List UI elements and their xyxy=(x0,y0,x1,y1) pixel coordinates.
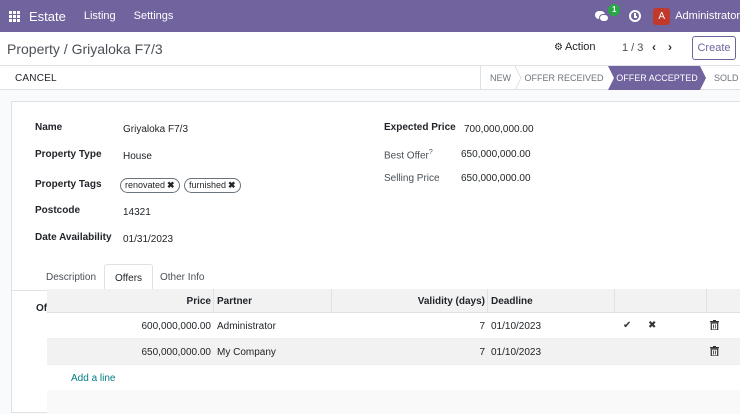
tab-other-info[interactable]: Other Info xyxy=(150,264,214,291)
remove-tag-icon[interactable]: ✖ xyxy=(167,180,175,190)
selling-price-field: 650,000,000.00 xyxy=(461,173,531,184)
stage-sold[interactable]: SOLD xyxy=(708,66,740,90)
activity-clock-icon[interactable] xyxy=(629,10,642,22)
name-label: Name xyxy=(35,122,63,133)
date-availability-label: Date Availability xyxy=(35,232,112,243)
notebook-tabs: Description Offers Other Info xyxy=(12,264,740,291)
top-navbar: Estate Listing Settings 1 A Administrato… xyxy=(0,0,740,32)
action-label: Action xyxy=(564,41,596,53)
stage-offer-received[interactable]: OFFER RECEIVED xyxy=(520,66,608,90)
delete-trash-icon[interactable] xyxy=(710,346,719,359)
column-header-validity[interactable]: Validity (days) xyxy=(418,296,485,307)
chevron-left-icon[interactable]: ‹ xyxy=(652,40,656,54)
best-offer-field: 650,000,000.00 xyxy=(461,149,531,160)
user-avatar[interactable]: A xyxy=(653,7,671,25)
date-availability-field[interactable]: 01/31/2023 xyxy=(123,234,173,245)
offer-validity: 7 xyxy=(479,321,485,332)
offer-partner: My Company xyxy=(217,347,276,358)
column-divider xyxy=(706,289,707,313)
delete-trash-icon[interactable] xyxy=(710,320,719,333)
table-empty-area xyxy=(47,390,740,414)
offers-table: Price Partner Validity (days) Deadline 6… xyxy=(47,289,740,391)
offer-price: 650,000,000.00 xyxy=(141,347,211,358)
tag-label: renovated xyxy=(125,180,166,190)
user-menu[interactable]: Administrator xyxy=(675,10,740,22)
pager-value[interactable]: 1 / 3 xyxy=(622,42,643,54)
offer-partner: Administrator xyxy=(217,321,276,332)
name-field[interactable]: Griyaloka F7/3 xyxy=(123,124,188,135)
remove-tag-icon[interactable]: ✖ xyxy=(228,180,236,190)
table-row[interactable]: 600,000,000.00 Administrator 7 01/10/202… xyxy=(47,313,740,339)
tag-label: furnished xyxy=(189,180,227,190)
form-sheet: Name Griyaloka F7/3 Property Type House … xyxy=(11,101,740,414)
postcode-label: Postcode xyxy=(35,205,81,216)
offer-deadline: 01/10/2023 xyxy=(491,321,542,332)
expected-price-label: Expected Price xyxy=(384,122,456,133)
control-panel: Property / Griyaloka F7/3 ⚙ Action 1 / 3… xyxy=(0,32,740,66)
stage-offer-accepted[interactable]: OFFER ACCEPTED xyxy=(608,66,706,90)
postcode-field[interactable]: 14321 xyxy=(123,207,151,218)
gear-icon: ⚙ xyxy=(554,41,563,53)
column-divider xyxy=(213,289,214,313)
apps-grid-icon[interactable] xyxy=(9,10,20,22)
property-type-field[interactable]: House xyxy=(123,151,152,162)
message-count-badge: 1 xyxy=(608,3,621,16)
column-divider xyxy=(614,289,615,313)
offer-validity: 7 xyxy=(479,347,485,358)
property-tags-label: Property Tags xyxy=(35,179,102,190)
menu-listing[interactable]: Listing xyxy=(84,10,116,22)
messages-icon[interactable]: 1 xyxy=(595,3,621,22)
create-button[interactable]: Create xyxy=(692,36,736,60)
column-divider xyxy=(487,289,488,313)
tab-offers[interactable]: Offers xyxy=(104,264,154,291)
tag-furnished[interactable]: furnished ✖ xyxy=(184,178,241,193)
offers-section-label: Of xyxy=(36,303,48,314)
tag-renovated[interactable]: renovated ✖ xyxy=(120,178,180,193)
chevron-right-icon[interactable]: › xyxy=(668,40,672,54)
property-type-label: Property Type xyxy=(35,149,102,160)
help-icon[interactable]: ? xyxy=(429,149,433,156)
table-header: Price Partner Validity (days) Deadline xyxy=(47,289,740,313)
add-line-row: Add a line xyxy=(47,365,740,391)
table-row[interactable]: 650,000,000.00 My Company 7 01/10/2023 xyxy=(47,339,740,365)
menu-settings[interactable]: Settings xyxy=(134,10,174,22)
column-header-deadline[interactable]: Deadline xyxy=(491,296,533,307)
cancel-button[interactable]: CANCEL xyxy=(15,73,57,84)
action-button[interactable]: ⚙ Action xyxy=(554,41,596,53)
add-line-link[interactable]: Add a line xyxy=(71,373,115,384)
offer-price: 600,000,000.00 xyxy=(141,321,211,332)
refuse-x-icon[interactable]: ✖ xyxy=(648,320,656,331)
offer-deadline: 01/10/2023 xyxy=(491,347,542,358)
column-divider xyxy=(331,289,332,313)
accept-check-icon[interactable]: ✔ xyxy=(623,320,631,331)
app-brand[interactable]: Estate xyxy=(29,9,66,24)
status-bar: CANCEL NEW OFFER RECEIVED OFFER ACCEPTED… xyxy=(0,66,740,90)
breadcrumb[interactable]: Property / Griyaloka F7/3 xyxy=(7,41,163,57)
expected-price-field[interactable]: 700,000,000.00 xyxy=(464,124,534,135)
best-offer-label: Best Offer? xyxy=(384,149,433,162)
column-header-partner[interactable]: Partner xyxy=(217,296,252,307)
column-header-price[interactable]: Price xyxy=(187,296,211,307)
tab-description[interactable]: Description xyxy=(36,264,106,291)
selling-price-label: Selling Price xyxy=(384,173,440,184)
